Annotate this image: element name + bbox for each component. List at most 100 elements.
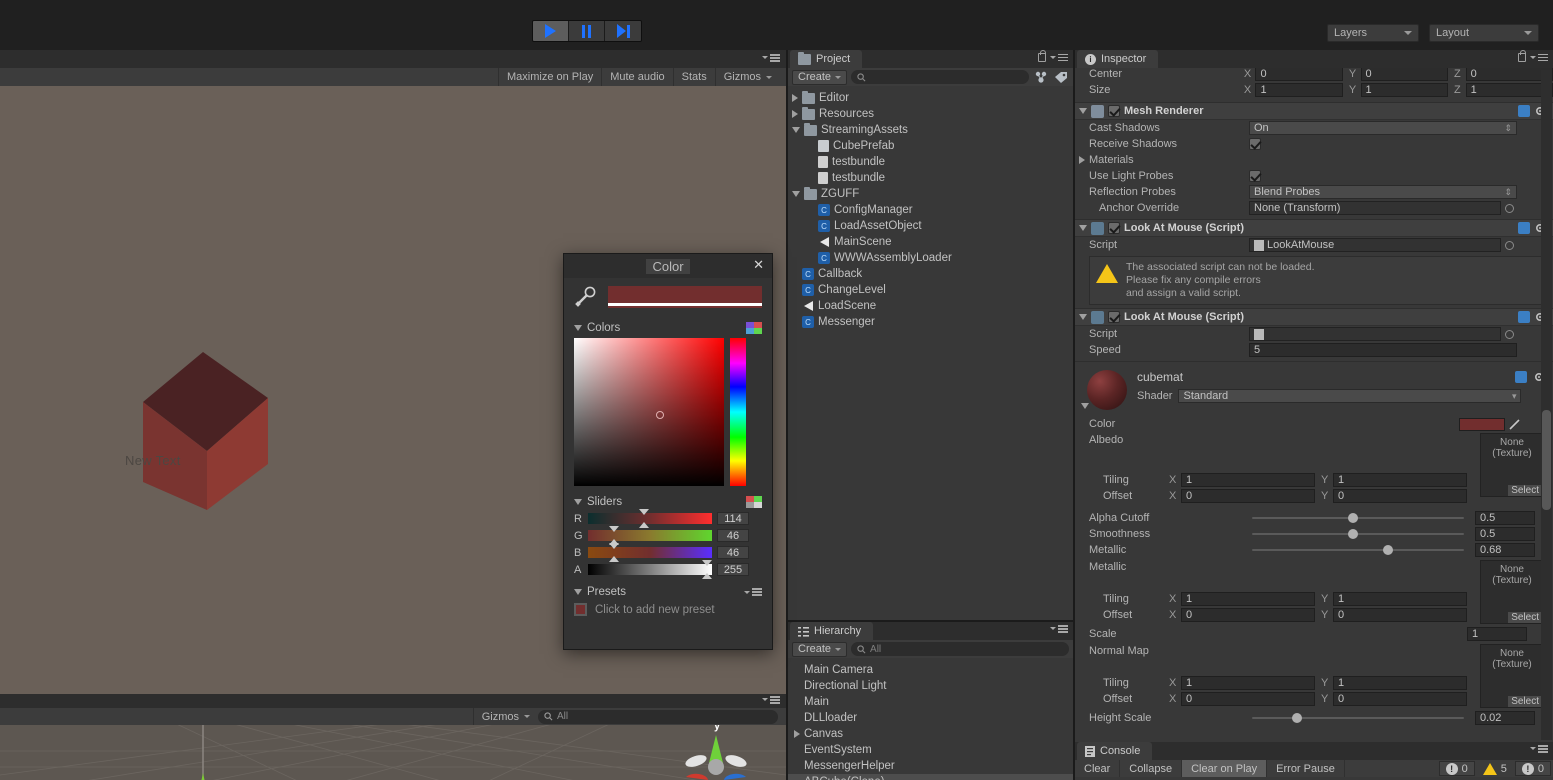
hierarchy-item[interactable]: Main <box>788 694 1073 710</box>
object-picker-icon[interactable] <box>1505 240 1514 250</box>
project-item[interactable]: LoadScene <box>788 298 1073 314</box>
collapse-triangle-icon[interactable] <box>1079 314 1087 320</box>
channel-slider[interactable] <box>588 509 712 528</box>
hierarchy-item[interactable]: DLLloader <box>788 710 1073 726</box>
color-channel-a[interactable]: A 255 <box>574 560 762 579</box>
collapse-triangle-icon[interactable] <box>574 589 582 595</box>
presets-section-header[interactable]: Presets <box>574 586 762 598</box>
script-2-enabled-checkbox[interactable] <box>1108 311 1120 323</box>
hue-slider[interactable] <box>730 338 746 486</box>
normal-texture-slot[interactable]: None (Texture) Select <box>1480 644 1544 708</box>
use-light-probes-checkbox[interactable] <box>1249 170 1261 182</box>
slider-handle[interactable] <box>608 556 619 562</box>
console-info-counter[interactable]: ! 0 <box>1514 761 1551 776</box>
expand-triangle-icon[interactable] <box>792 94 798 102</box>
center-x-field[interactable]: 0 <box>1255 68 1343 81</box>
color-channel-sliders[interactable]: R 114 G 46 B 46 A 255 <box>574 509 762 579</box>
smoothness-slider[interactable] <box>1252 529 1464 539</box>
script-2-field[interactable] <box>1249 327 1501 341</box>
hierarchy-item[interactable]: MessengerHelper <box>788 758 1073 774</box>
channel-value[interactable]: 46 <box>717 546 749 559</box>
metallic-value[interactable]: 0.68 <box>1475 543 1535 557</box>
stats-button[interactable]: Stats <box>672 68 715 86</box>
script-1-enabled-checkbox[interactable] <box>1108 222 1120 234</box>
color-channel-g[interactable]: G 46 <box>574 526 762 545</box>
scene-axis-gizmo[interactable]: y <box>674 725 758 780</box>
alpha-cutoff-value[interactable]: 0.5 <box>1475 511 1535 525</box>
expand-triangle-icon[interactable] <box>1079 156 1085 164</box>
collapse-triangle-icon[interactable] <box>1079 108 1087 114</box>
scene-view-canvas[interactable]: y <box>0 725 786 780</box>
channel-slider[interactable] <box>588 560 712 579</box>
help-icon[interactable] <box>1518 105 1530 117</box>
hierarchy-item[interactable]: Directional Light <box>788 678 1073 694</box>
alpha-cutoff-slider[interactable] <box>1252 513 1464 523</box>
height-scale-value[interactable]: 0.02 <box>1475 711 1535 725</box>
center-y-field[interactable]: 0 <box>1360 68 1448 81</box>
channel-slider[interactable] <box>588 526 712 545</box>
albedo-tiling-x[interactable]: 1 <box>1181 473 1315 487</box>
project-item[interactable]: C LoadAssetObject <box>788 218 1073 234</box>
tab-console[interactable]: Console <box>1077 742 1153 760</box>
inspector-body[interactable]: Center X 0 Y 0 Z 0 Size X 1 Y 1 Z 1 Mesh… <box>1075 68 1553 742</box>
console-warning-counter[interactable]: 5 <box>1477 761 1513 776</box>
metallic-texture-slot[interactable]: None (Texture) Select <box>1480 560 1544 624</box>
add-preset-row[interactable]: Click to add new preset <box>574 603 762 616</box>
console-error-pause-button[interactable]: Error Pause <box>1267 760 1345 777</box>
collapse-triangle-icon[interactable] <box>574 499 582 505</box>
materials-row[interactable]: Materials <box>1075 152 1553 168</box>
console-clear-button[interactable]: Clear <box>1075 760 1121 777</box>
mesh-renderer-header[interactable]: Mesh Renderer <box>1075 102 1553 120</box>
step-button[interactable] <box>605 21 641 41</box>
albedo-offset-x[interactable]: 0 <box>1181 489 1315 503</box>
project-item[interactable]: C ConfigManager <box>788 202 1073 218</box>
script-2-header[interactable]: Look At Mouse (Script) <box>1075 308 1553 326</box>
tab-hierarchy[interactable]: Hierarchy <box>790 622 874 640</box>
metallic-slider[interactable] <box>1252 545 1464 555</box>
albedo-offset-y[interactable]: 0 <box>1333 489 1467 503</box>
collapse-triangle-icon[interactable] <box>574 325 582 331</box>
panel-menu-icon[interactable] <box>1050 625 1068 633</box>
project-item[interactable]: testbundle <box>788 154 1073 170</box>
reflection-probes-dropdown[interactable]: Blend Probes ⇕ <box>1249 185 1517 199</box>
pause-button[interactable] <box>569 21 605 41</box>
slider-handle[interactable] <box>702 560 712 566</box>
console-clear-on-play-button[interactable]: Clear on Play <box>1182 760 1268 777</box>
project-item[interactable]: C ChangeLevel <box>788 282 1073 298</box>
project-item[interactable]: ZGUFF <box>788 186 1073 202</box>
slider-handle[interactable] <box>608 543 619 549</box>
metallic-offset-x[interactable]: 0 <box>1181 608 1315 622</box>
project-item[interactable]: Editor <box>788 90 1073 106</box>
normal-offset-y[interactable]: 0 <box>1333 692 1467 706</box>
scene-search-input[interactable]: All <box>538 709 778 724</box>
inspector-scrollbar[interactable] <box>1541 70 1552 740</box>
hierarchy-search-input[interactable]: All <box>851 642 1069 656</box>
hierarchy-item[interactable]: EventSystem <box>788 742 1073 758</box>
collapse-triangle-icon[interactable] <box>792 127 800 133</box>
center-z-field[interactable]: 0 <box>1465 68 1553 81</box>
slider-handle[interactable] <box>608 526 619 532</box>
receive-shadows-checkbox[interactable] <box>1249 138 1261 150</box>
scale-value[interactable]: 1 <box>1467 627 1527 641</box>
script-1-header[interactable]: Look At Mouse (Script) <box>1075 219 1553 237</box>
hierarchy-item[interactable]: Canvas <box>788 726 1073 742</box>
label-tag-icon[interactable] <box>1053 70 1069 85</box>
project-item[interactable]: StreamingAssets <box>788 122 1073 138</box>
project-create-button[interactable]: Create <box>792 69 848 85</box>
scene-gizmos-dropdown[interactable]: Gizmos <box>472 707 538 726</box>
normal-tiling-x[interactable]: 1 <box>1181 676 1315 690</box>
metallic-offset-y[interactable]: 0 <box>1333 608 1467 622</box>
size-z-field[interactable]: 1 <box>1465 83 1553 97</box>
channel-value[interactable]: 255 <box>717 563 749 576</box>
layout-dropdown[interactable]: Layout <box>1429 24 1539 42</box>
anchor-override-field[interactable]: None (Transform) <box>1249 201 1501 215</box>
slider-handle[interactable] <box>638 522 649 528</box>
size-y-field[interactable]: 1 <box>1360 83 1448 97</box>
material-color-swatch[interactable] <box>1459 417 1505 431</box>
presets-menu-icon[interactable] <box>744 588 762 596</box>
lock-icon[interactable] <box>1518 50 1526 62</box>
normal-select-button[interactable]: Select <box>1508 696 1542 707</box>
metallic-select-button[interactable]: Select <box>1508 612 1542 623</box>
project-search-input[interactable] <box>851 70 1029 84</box>
layers-dropdown[interactable]: Layers <box>1327 24 1419 42</box>
